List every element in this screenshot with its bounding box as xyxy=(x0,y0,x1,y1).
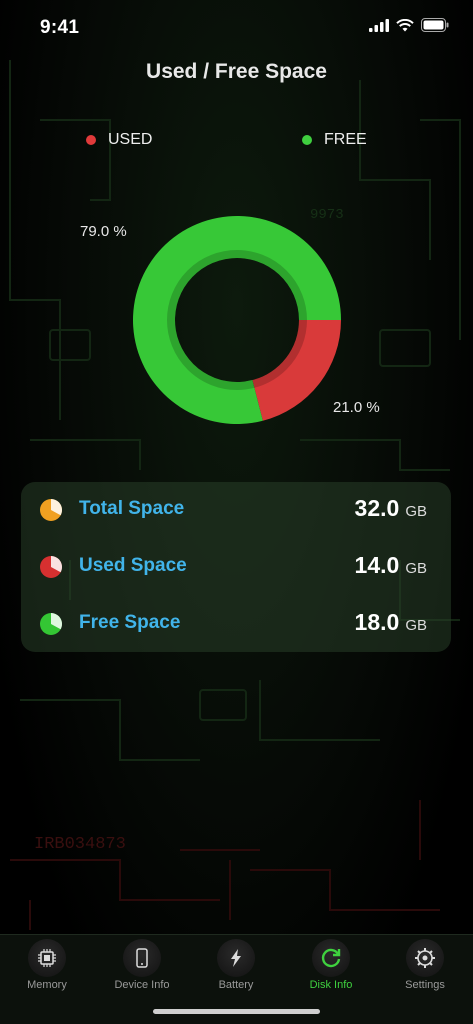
free-space-row: Free Space 18.0 GB xyxy=(21,604,451,644)
total-space-value: 32.0 GB xyxy=(355,495,427,522)
home-indicator[interactable] xyxy=(153,1009,320,1014)
total-space-row: Total Space 32.0 GB xyxy=(21,490,451,530)
tab-device-info[interactable]: Device Info xyxy=(95,939,189,1001)
used-space-value: 14.0 GB xyxy=(355,552,427,579)
legend-used: USED xyxy=(86,131,152,149)
page-title: Used / Free Space xyxy=(146,60,327,83)
storage-info-card: Total Space 32.0 GB Used Space 14.0 GB F… xyxy=(21,482,451,652)
tab-battery[interactable]: Battery xyxy=(189,939,283,1001)
used-space-label: Used Space xyxy=(79,555,187,576)
disk-info-screen: 9973 IRB034873 9:41 Used / Free Space US… xyxy=(0,0,473,1024)
tab-device-info-label: Device Info xyxy=(114,979,170,991)
tab-memory-label: Memory xyxy=(27,979,67,991)
legend-free-label: FREE xyxy=(324,131,367,148)
pie-green-icon xyxy=(40,613,62,635)
tab-disk-info[interactable]: Disk Info xyxy=(284,939,378,1001)
used-space-unit: GB xyxy=(405,560,427,577)
status-time: 9:41 xyxy=(40,17,80,38)
total-space-label: Total Space xyxy=(79,498,185,519)
donut-slice-used xyxy=(252,320,341,421)
usage-donut-chart xyxy=(133,216,341,424)
free-space-value: 18.0 GB xyxy=(355,609,427,636)
free-space-number: 18.0 xyxy=(354,609,400,635)
signal-icon xyxy=(369,18,389,32)
tab-settings[interactable]: Settings xyxy=(378,939,472,1001)
pie-red-icon xyxy=(40,556,62,578)
tab-disk-info-label: Disk Info xyxy=(309,979,353,991)
tab-battery-label: Battery xyxy=(218,979,254,991)
used-space-number: 14.0 xyxy=(354,552,400,578)
total-space-unit: GB xyxy=(405,503,427,520)
free-percent-label: 79.0 % xyxy=(80,223,127,240)
total-space-number: 32.0 xyxy=(354,495,400,521)
legend-free: FREE xyxy=(302,131,367,149)
bg-code-bottom: IRB034873 xyxy=(34,835,126,854)
status-icons xyxy=(369,18,449,32)
phone-icon xyxy=(123,939,161,977)
legend-used-label: USED xyxy=(108,131,153,148)
donut-inner-shadow xyxy=(167,250,307,390)
tab-settings-label: Settings xyxy=(405,979,445,991)
status-bar: 9:41 xyxy=(0,0,473,56)
used-percent-label: 21.0 % xyxy=(333,399,380,416)
legend-used-dot xyxy=(86,135,96,145)
chip-icon xyxy=(28,939,66,977)
battery-status-icon xyxy=(421,18,449,32)
free-space-unit: GB xyxy=(405,617,427,634)
gear-icon xyxy=(406,939,444,977)
lightning-icon xyxy=(217,939,255,977)
used-space-row: Used Space 14.0 GB xyxy=(21,547,451,587)
tab-memory[interactable]: Memory xyxy=(0,939,94,1001)
wifi-icon xyxy=(396,18,414,31)
refresh-disk-icon xyxy=(312,939,350,977)
free-space-label: Free Space xyxy=(79,612,181,633)
pie-orange-icon xyxy=(40,499,62,521)
legend-free-dot xyxy=(302,135,312,145)
